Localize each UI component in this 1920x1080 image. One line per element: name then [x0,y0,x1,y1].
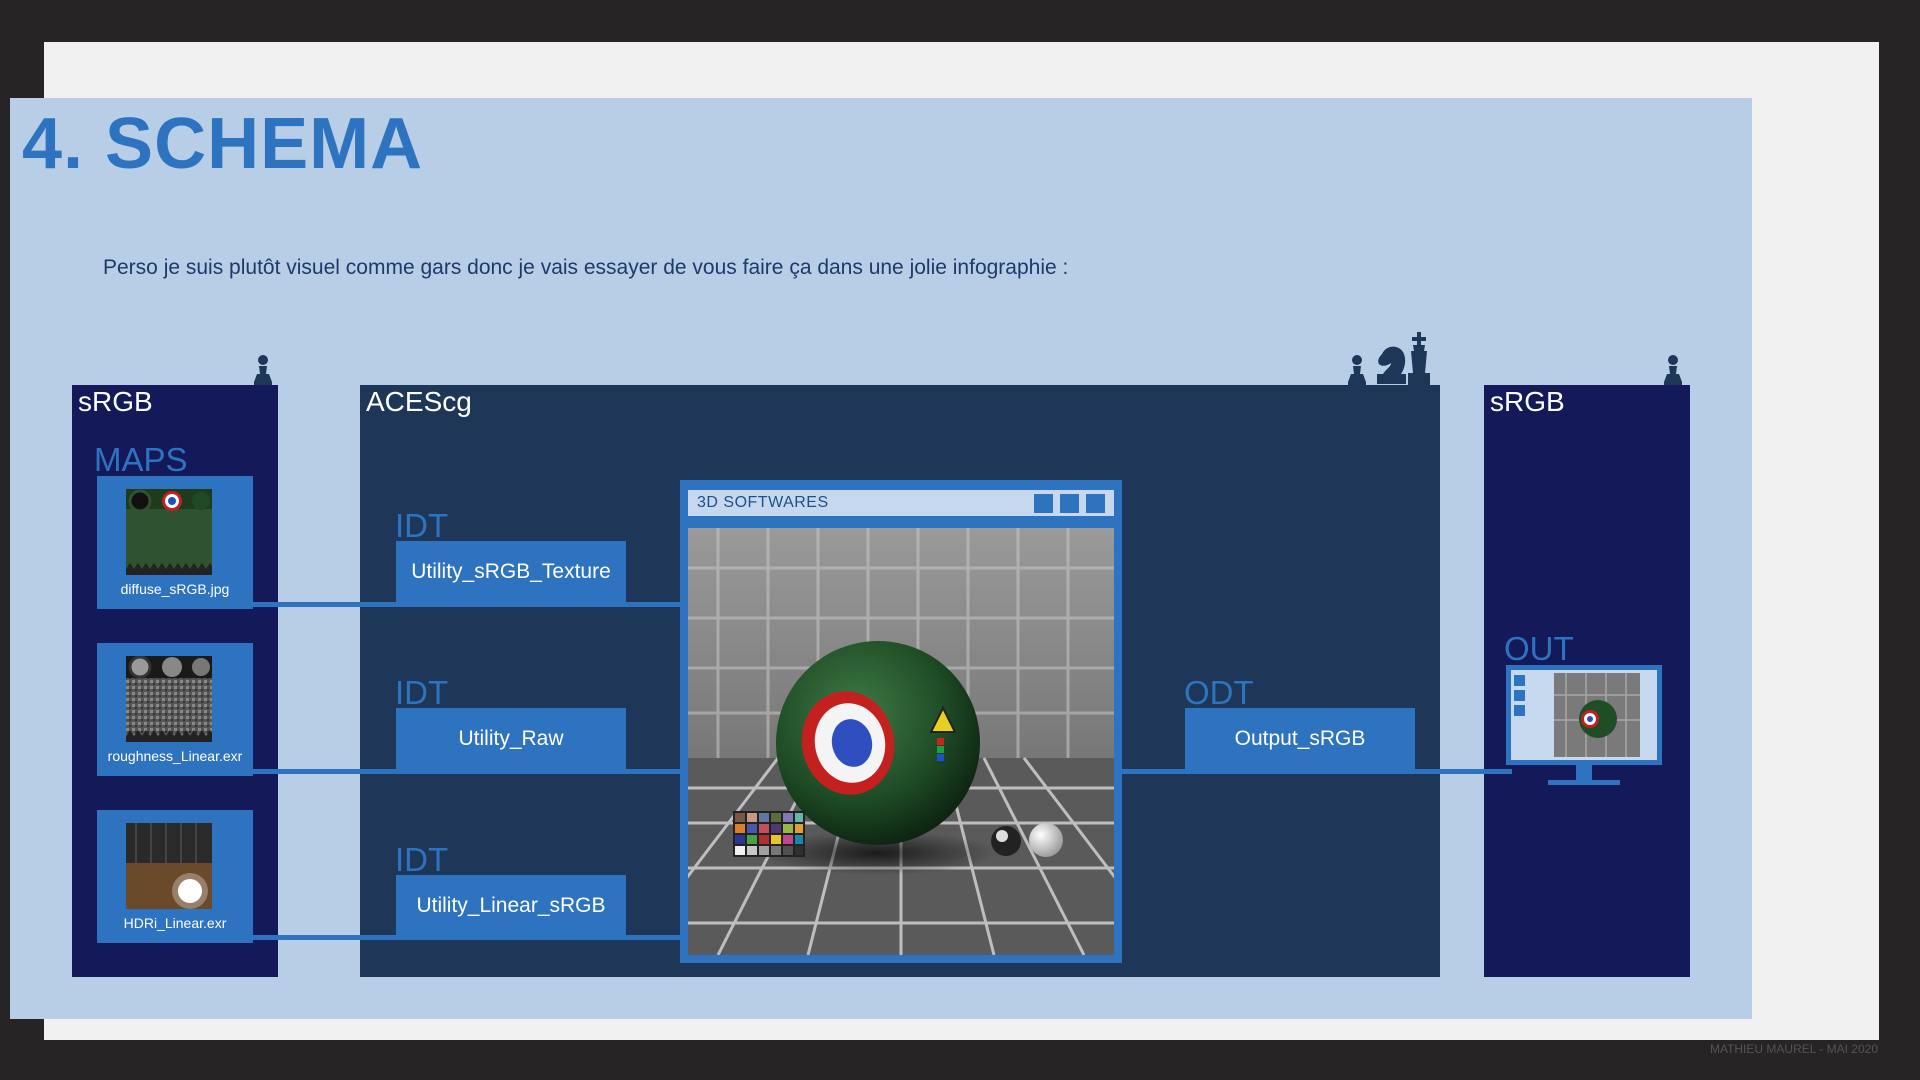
input-colorspace-label: sRGB [78,386,153,417]
map-card-roughness: roughness_Linear.exr [97,643,253,776]
map-file-name: roughness_Linear.exr [107,748,243,764]
idt-label: IDT [395,841,449,878]
idt-label: IDT [395,674,449,711]
idt-transform-box: Utility_sRGB_Texture [396,541,626,603]
map-card-hdri: HDRi_Linear.exr [97,810,253,943]
hdri-map-thumbnail [126,823,212,909]
window-titlebar: 3D SOFTWARES [688,490,1114,516]
roughness-map-thumbnail [126,656,212,742]
idt-transform-box: Utility_Linear_sRGB [396,875,626,937]
minimize-button[interactable] [1034,494,1053,513]
window-title: 3D SOFTWARES [697,494,829,511]
map-card-diffuse: diffuse_sRGB.jpg [97,476,253,609]
author-watermark: MATHIEU MAUREL - MAI 2020 [1709,1042,1878,1056]
acescg-label: ACEScg [366,386,472,417]
output-colorspace-label: sRGB [1490,386,1565,417]
pawn-icon [1664,355,1682,387]
close-button[interactable] [1086,494,1105,513]
odt-transform-box: Output_sRGB [1185,708,1415,770]
idt-label: IDT [395,507,449,544]
map-file-name: diffuse_sRGB.jpg [120,581,230,597]
knight-icon [1377,346,1406,384]
odt-label: ODT [1184,674,1254,711]
maps-label: MAPS [94,441,188,478]
map-file-name: HDRi_Linear.exr [123,915,227,931]
out-label: OUT [1504,630,1574,667]
render-viewport [688,528,1114,955]
maximize-button[interactable] [1060,494,1079,513]
3d-software-window: 3D SOFTWARES [680,480,1122,963]
monitor-icon [1506,665,1662,785]
king-icon [1408,332,1430,386]
idt-transform-box: Utility_Raw [396,708,626,770]
page-title: 4. SCHEMA [22,104,424,184]
color-checker [733,811,805,857]
pawn-icon [254,355,272,387]
intro-text: Perso je suis plutôt visuel comme gars d… [103,256,1069,279]
diffuse-map-thumbnail [126,489,212,575]
pawn-icon [1348,355,1366,387]
